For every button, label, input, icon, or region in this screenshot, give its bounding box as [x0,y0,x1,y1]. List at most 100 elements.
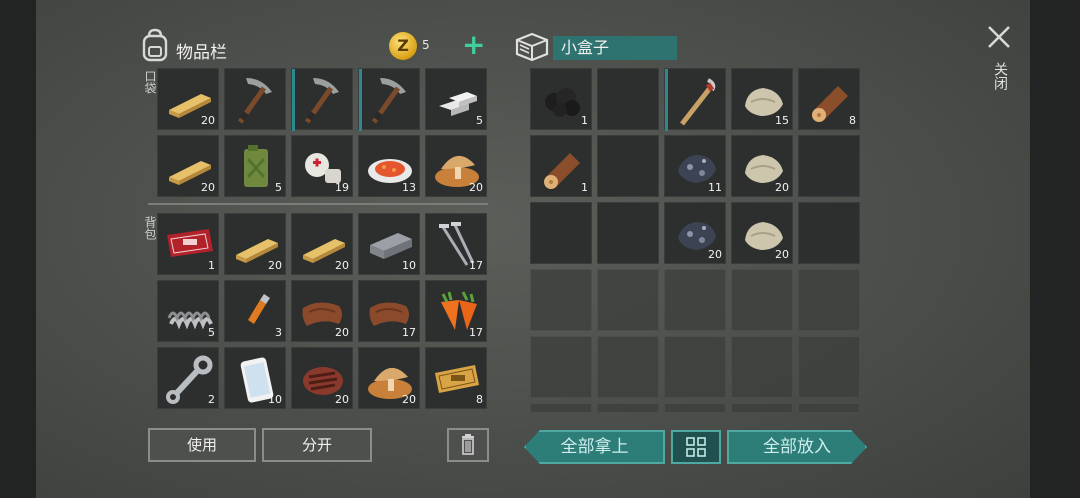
item-quantity: 20 [708,248,722,261]
item-quantity: 8 [476,393,483,406]
item-quantity: 1 [208,259,215,272]
pickaxe-icon [371,78,406,124]
item-quantity: 1 [581,114,588,127]
item-quantity: 13 [402,181,416,194]
pickaxe-icon [237,78,272,124]
locked-slot [530,336,592,398]
backpack-slot[interactable]: 17 [425,213,487,275]
item-quantity: 2 [208,393,215,406]
box-icon [515,32,549,62]
backpack-slot[interactable]: 20 [291,280,353,342]
backpack-slot[interactable]: 20 [291,347,353,409]
item-quantity: 10 [402,259,416,272]
split-button[interactable]: 分开 [262,428,372,462]
pocket-slot[interactable]: 20 [425,135,487,197]
pocket-slot[interactable] [224,68,286,130]
container-slot[interactable] [664,68,726,131]
item-quantity: 20 [335,393,349,406]
container-slot[interactable] [798,202,860,264]
backpack-slot[interactable]: 10 [224,347,286,409]
backpack-slot[interactable]: 20 [291,213,353,275]
locked-slot [731,403,793,413]
pocket-slot[interactable]: 20 [157,68,219,130]
put-all-button[interactable]: 全部放入 [727,430,867,464]
use-button[interactable]: 使用 [148,428,256,462]
backpack-slot[interactable]: 8 [425,347,487,409]
backpack-icon [142,28,168,62]
pocket-slot[interactable] [291,68,353,131]
locked-slot [597,336,659,398]
container-slot[interactable]: 11 [664,135,726,197]
item-quantity: 19 [335,181,349,194]
item-quantity: 20 [402,393,416,406]
item-quantity: 20 [335,259,349,272]
item-quantity: 5 [476,114,483,127]
backpack-slot[interactable]: 3 [224,280,286,342]
container-slot[interactable]: 1 [530,68,592,130]
locked-slot [798,336,860,398]
locked-slot [664,269,726,331]
container-slot[interactable] [597,202,659,264]
pocket-slot[interactable]: 5 [425,68,487,130]
item-quantity: 20 [201,114,215,127]
add-coins-button[interactable]: + [462,31,485,59]
container-slot[interactable] [597,135,659,197]
item-quantity: 17 [469,326,483,339]
close-icon[interactable] [984,22,1014,52]
pocket-slot[interactable]: 13 [358,135,420,197]
container-slot[interactable]: 15 [731,68,793,130]
pocket-slot[interactable] [358,68,420,131]
container-slot[interactable]: 1 [530,135,592,197]
take-all-button[interactable]: 全部拿上 [524,430,665,464]
locked-slot [731,269,793,331]
container-name: 小盒子 [553,36,677,60]
backpack-slot[interactable]: 20 [358,347,420,409]
container-slot[interactable]: 20 [731,135,793,197]
pocket-slot[interactable]: 5 [224,135,286,197]
backpack-slot[interactable]: 17 [358,280,420,342]
backpack-slot[interactable]: 20 [224,213,286,275]
backpack-slot[interactable]: 10 [358,213,420,275]
locked-slot [530,403,592,413]
container-slot[interactable]: 8 [798,68,860,130]
item-quantity: 20 [335,326,349,339]
locked-slot [597,403,659,413]
coin-count: 5 [422,38,430,52]
backpack-slot[interactable]: 2 [157,347,219,409]
item-quantity: 17 [402,326,416,339]
locked-slot [798,403,860,413]
coin-icon: Z [389,32,417,60]
crowbar-icon [680,78,716,126]
locked-slot [798,269,860,331]
container-slot[interactable]: 20 [731,202,793,264]
item-quantity: 20 [268,259,282,272]
backpack-slot[interactable]: 5 [157,280,219,342]
item-quantity: 1 [581,181,588,194]
item-quantity: 20 [469,181,483,194]
container-slot[interactable] [798,135,860,197]
locked-slot [664,403,726,413]
inventory-title: 物品栏 [176,43,227,63]
screen-edge-left [0,0,36,498]
locked-slot [530,269,592,331]
locked-slot [597,269,659,331]
locked-slot [664,336,726,398]
container-slot[interactable]: 20 [664,202,726,264]
discard-button[interactable] [447,428,489,462]
trash-icon [462,434,474,455]
pocket-slot[interactable]: 19 [291,135,353,197]
backpack-slot[interactable]: 17 [425,280,487,342]
container-slot[interactable] [530,202,592,264]
item-quantity: 5 [208,326,215,339]
pickaxe-icon [304,78,339,124]
item-quantity: 20 [775,181,789,194]
container-slot[interactable] [597,68,659,130]
item-quantity: 15 [775,114,789,127]
item-quantity: 17 [469,259,483,272]
item-quantity: 8 [849,114,856,127]
pocket-slot[interactable]: 20 [157,135,219,197]
pockets-divider [148,203,488,205]
sort-button[interactable] [671,430,721,464]
backpack-slot[interactable]: 1 [157,213,219,275]
close-label[interactable]: 关闭 [990,62,1010,90]
